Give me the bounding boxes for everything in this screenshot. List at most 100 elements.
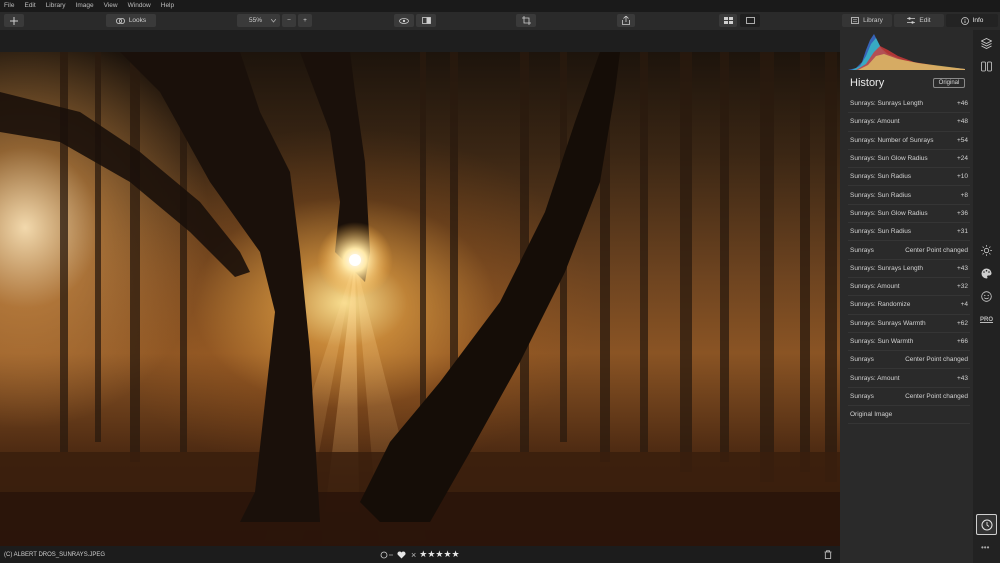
- history-item[interactable]: Sunrays: Sun Glow Radius +36: [848, 205, 970, 224]
- history-item-value: +43: [956, 264, 968, 272]
- history-item-name: Original Image: [850, 411, 893, 419]
- heart-icon[interactable]: [397, 550, 406, 559]
- pro-button[interactable]: PRO: [980, 313, 993, 326]
- compare-panel-button[interactable]: [980, 60, 993, 73]
- zoom-value: 55%: [249, 17, 263, 24]
- status-bar: (C) ALBERT DROS_SUNRAYS.JPEG × ★★★★★: [0, 546, 840, 563]
- history-item-name: Sunrays: Amount: [850, 118, 900, 126]
- menu-file[interactable]: File: [4, 0, 14, 12]
- zoom-select[interactable]: 55%: [237, 14, 280, 27]
- history-item[interactable]: Sunrays: Sun Radius +31: [848, 223, 970, 242]
- star-rating[interactable]: ★★★★★: [419, 549, 459, 560]
- history-item[interactable]: Sunrays: Sun Warmth +66: [848, 333, 970, 352]
- forest-photo[interactable]: [0, 52, 840, 554]
- color-label-icon[interactable]: [380, 551, 394, 559]
- info-icon: [960, 16, 969, 25]
- pro-label: PRO: [980, 316, 994, 323]
- tab-library-label: Library: [863, 17, 883, 24]
- zoom-out-button[interactable]: −: [282, 14, 296, 27]
- history-item-name: Sunrays: Sunrays Length: [850, 264, 923, 272]
- history-item[interactable]: Sunrays: Number of Sunrays +54: [848, 132, 970, 150]
- history-item-name: Sunrays: [850, 356, 874, 364]
- creative-button[interactable]: [980, 267, 993, 280]
- history-item-name: Sunrays: Sun Glow Radius: [850, 155, 928, 163]
- history-item-value: +8: [960, 191, 968, 199]
- history-item-name: Sunrays: [850, 246, 874, 254]
- share-icon: [622, 16, 630, 25]
- history-item-value: +36: [956, 209, 968, 217]
- single-view-icon: [745, 17, 755, 24]
- history-item-value: +24: [956, 155, 968, 163]
- history-item[interactable]: Sunrays Center Point changed: [848, 241, 970, 260]
- single-view-button[interactable]: [740, 14, 760, 27]
- zoom-in-button[interactable]: +: [298, 14, 312, 27]
- reject-icon[interactable]: ×: [411, 550, 416, 560]
- history-item-value: +31: [956, 228, 968, 236]
- layers-icon: [981, 38, 992, 49]
- history-item-value: +48: [956, 118, 968, 126]
- face-icon: [981, 291, 992, 302]
- history-item[interactable]: Sunrays: Sun Radius +8: [848, 186, 970, 205]
- add-button[interactable]: [4, 14, 24, 27]
- sun-icon: [981, 245, 992, 256]
- split-icon: [981, 61, 992, 72]
- history-item-value: +66: [956, 338, 968, 345]
- history-item[interactable]: Sunrays Center Point changed: [848, 351, 970, 370]
- history-item[interactable]: Sunrays: Sunrays Warmth +62: [848, 315, 970, 333]
- tab-edit[interactable]: Edit: [894, 14, 944, 27]
- grid-view-button[interactable]: [719, 14, 737, 27]
- history-item-name: Sunrays: Number of Sunrays: [850, 136, 934, 144]
- tool-strip: PRO •••: [973, 30, 1000, 563]
- history-item[interactable]: Sunrays: Amount +43: [848, 369, 970, 388]
- crop-icon: [521, 16, 531, 25]
- history-item[interactable]: Sunrays: Sunrays Length +43: [848, 260, 970, 278]
- history-item[interactable]: Sunrays: Sunrays Length +46: [848, 95, 970, 114]
- zoom-plus-glyph: +: [303, 17, 307, 24]
- menu-window[interactable]: Window: [128, 0, 151, 12]
- history-item-name: Sunrays: Sun Radius: [850, 228, 912, 236]
- compare-button[interactable]: [416, 14, 436, 27]
- crop-button[interactable]: [516, 14, 536, 27]
- history-item[interactable]: Sunrays: Amount +48: [848, 113, 970, 132]
- zoom-minus-glyph: −: [287, 17, 291, 24]
- rating-controls: × ★★★★★: [380, 549, 463, 560]
- side-panel: History Original Sunrays: Sunrays Length…: [840, 30, 973, 563]
- menu-view[interactable]: View: [104, 0, 118, 12]
- history-item-detail: Center Point changed: [905, 392, 968, 400]
- history-item-detail: Center Point changed: [905, 356, 968, 364]
- menu-library[interactable]: Library: [46, 0, 66, 12]
- menu-edit[interactable]: Edit: [24, 0, 35, 12]
- history-item-value: +46: [956, 100, 968, 108]
- eye-icon: [399, 17, 409, 24]
- menu-image[interactable]: Image: [76, 0, 94, 12]
- history-item-name: Sunrays: Randomize: [850, 301, 911, 309]
- plus-icon: [10, 16, 18, 25]
- history-item[interactable]: Sunrays: Sun Radius +10: [848, 168, 970, 187]
- history-item[interactable]: Sunrays: Amount +32: [848, 278, 970, 297]
- more-options-icon[interactable]: •••: [981, 543, 989, 552]
- looks-button[interactable]: Looks: [106, 14, 156, 27]
- clock-icon: [981, 519, 992, 530]
- trash-icon[interactable]: [824, 550, 832, 559]
- tab-library[interactable]: Library: [842, 14, 892, 27]
- menu-help[interactable]: Help: [161, 0, 174, 12]
- original-button[interactable]: Original: [933, 78, 965, 88]
- history-item[interactable]: Original Image: [848, 406, 970, 425]
- toolbar: Looks 55% − + Library Edit Info: [0, 12, 1000, 30]
- grid-icon: [723, 17, 733, 24]
- portrait-button[interactable]: [980, 290, 993, 303]
- history-item-value: +4: [960, 301, 968, 309]
- tab-info[interactable]: Info: [946, 14, 998, 27]
- history-item[interactable]: Sunrays: Randomize +4: [848, 296, 970, 315]
- preview-button[interactable]: [394, 14, 414, 27]
- layers-button[interactable]: [980, 37, 993, 50]
- history-item-value: +54: [956, 136, 968, 144]
- history-item-name: Sunrays: Amount: [850, 374, 900, 382]
- history-item[interactable]: Sunrays: Sun Glow Radius +24: [848, 150, 970, 169]
- share-button[interactable]: [617, 14, 635, 27]
- essentials-button[interactable]: [980, 244, 993, 257]
- looks-icon: [115, 17, 125, 24]
- history-item[interactable]: Sunrays Center Point changed: [848, 388, 970, 407]
- image-canvas[interactable]: [0, 30, 840, 554]
- history-button[interactable]: [976, 514, 997, 535]
